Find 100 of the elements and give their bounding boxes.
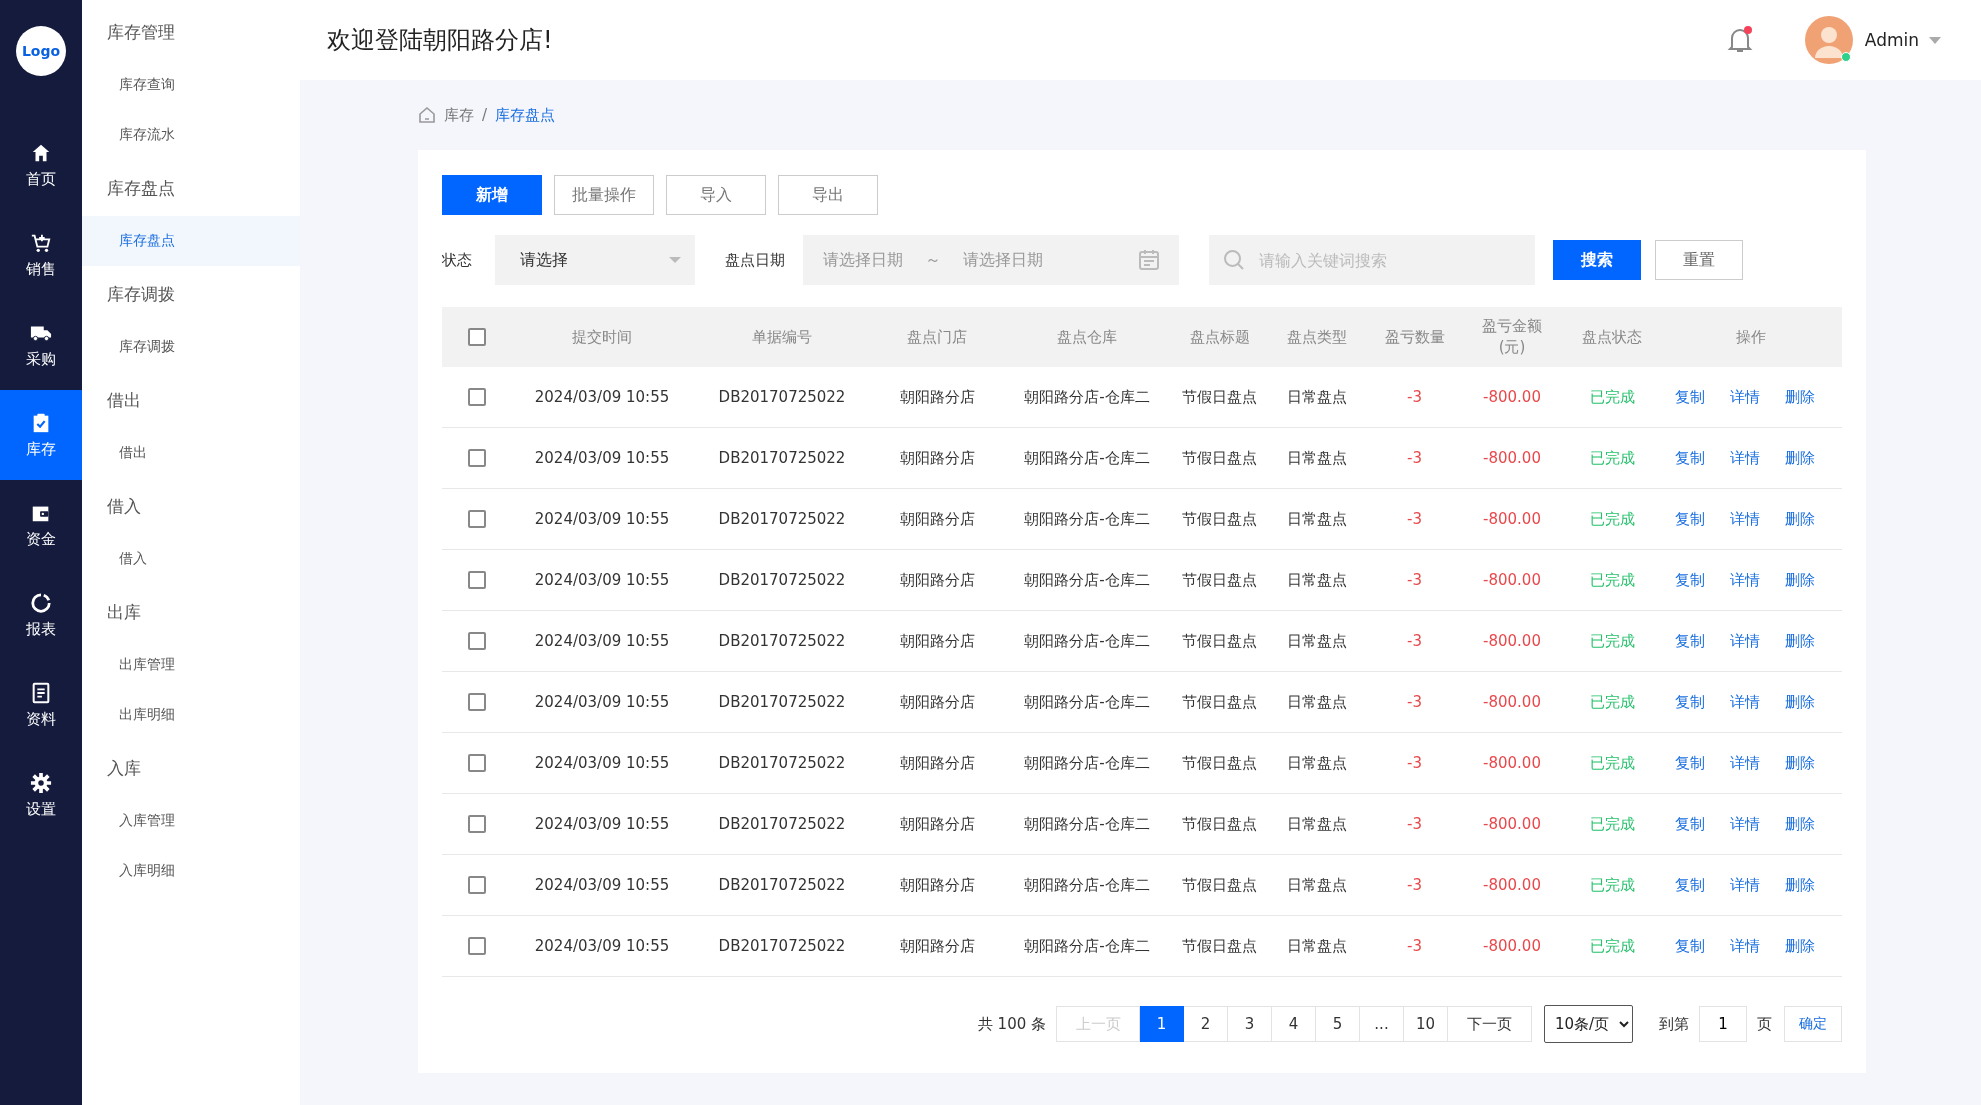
action-link[interactable]: 复制 [1674, 692, 1705, 712]
page-input[interactable]: 1 [1699, 1006, 1747, 1042]
page-button[interactable]: 1 [1140, 1006, 1184, 1042]
row-checkbox[interactable] [468, 449, 486, 467]
table-cell-text: 朝阳路分店 [898, 692, 976, 712]
page-size-select[interactable]: 10条/页 [1544, 1005, 1633, 1043]
row-checkbox[interactable] [468, 632, 486, 650]
nav-item[interactable]: 首页 [0, 120, 82, 210]
action-link[interactable]: 详情 [1730, 936, 1760, 956]
next-page-button[interactable]: 下一页 [1448, 1006, 1532, 1042]
action-link[interactable]: 删除 [1785, 814, 1816, 834]
action-link[interactable]: 复制 [1674, 387, 1705, 407]
row-checkbox[interactable] [468, 815, 486, 833]
action-link[interactable]: 复制 [1674, 631, 1705, 651]
menu-group-title[interactable]: 入库 [82, 740, 300, 796]
status-select[interactable]: 请选择 [495, 235, 695, 285]
menu-group-title[interactable]: 借出 [82, 372, 300, 428]
action-link[interactable]: 详情 [1730, 814, 1760, 834]
bell-icon[interactable] [1726, 26, 1753, 54]
action-link[interactable]: 复制 [1674, 753, 1705, 773]
page-button[interactable]: 5 [1316, 1006, 1360, 1042]
user-name[interactable]: Admin [1864, 30, 1919, 50]
action-link[interactable]: 删除 [1785, 875, 1816, 895]
menu-group-title[interactable]: 库存盘点 [82, 160, 300, 216]
page-button[interactable]: 2 [1184, 1006, 1228, 1042]
menu-item[interactable]: 出库明细 [82, 690, 300, 740]
table-cell-text: -800.00 [1482, 693, 1542, 711]
nav-item[interactable]: 设置 [0, 750, 82, 840]
action-link[interactable]: 详情 [1730, 692, 1760, 712]
date-range-field[interactable]: 请选择日期 ～ 请选择日期 [803, 235, 1179, 285]
action-link[interactable]: 详情 [1730, 631, 1760, 651]
menu-item[interactable]: 借入 [82, 534, 300, 584]
table-cell-text: DB20170725022 [717, 510, 847, 528]
toolbar-button[interactable]: 批量操作 [554, 175, 654, 215]
action-link[interactable]: 删除 [1785, 753, 1816, 773]
action-link[interactable]: 详情 [1730, 570, 1760, 590]
action-link[interactable]: 详情 [1730, 875, 1760, 895]
row-checkbox[interactable] [468, 754, 486, 772]
menu-group-title[interactable]: 库存管理 [82, 4, 300, 60]
menu-group-title[interactable]: 借入 [82, 478, 300, 534]
search-button[interactable]: 搜索 [1553, 240, 1641, 280]
action-link[interactable]: 复制 [1674, 448, 1705, 468]
row-checkbox[interactable] [468, 876, 486, 894]
caret-icon [669, 257, 681, 263]
nav-item[interactable]: 资料 [0, 660, 82, 750]
action-link[interactable]: 详情 [1730, 753, 1760, 773]
menu-item[interactable]: 库存流水 [82, 110, 300, 160]
action-link[interactable]: 复制 [1674, 875, 1705, 895]
action-link[interactable]: 删除 [1785, 936, 1816, 956]
row-checkbox[interactable] [468, 510, 486, 528]
row-checkbox[interactable] [468, 693, 486, 711]
breadcrumb-link[interactable]: 库存盘点 [495, 105, 556, 125]
column-header: 提交时间 [571, 326, 633, 348]
menu-item[interactable]: 库存盘点 [82, 216, 300, 266]
action-link[interactable]: 复制 [1674, 814, 1705, 834]
home-icon[interactable] [418, 106, 436, 124]
menu-item[interactable]: 库存查询 [82, 60, 300, 110]
nav-item[interactable]: 报表 [0, 570, 82, 660]
action-link[interactable]: 删除 [1785, 509, 1816, 529]
table-cell-text: 已完成 [1588, 509, 1636, 529]
avatar[interactable] [1804, 16, 1853, 64]
action-link[interactable]: 复制 [1674, 570, 1705, 590]
menu-item[interactable]: 库存调拨 [82, 322, 300, 372]
nav-item[interactable]: 销售 [0, 210, 82, 300]
table-cell-text: -3 [1406, 937, 1423, 955]
menu-group-title[interactable]: 库存调拨 [82, 266, 300, 322]
row-checkbox[interactable] [468, 571, 486, 589]
table-cell-text: -3 [1406, 815, 1423, 833]
select-all-checkbox[interactable] [468, 328, 486, 346]
caret-icon[interactable] [1929, 36, 1941, 44]
action-link[interactable]: 复制 [1674, 509, 1705, 529]
action-link[interactable]: 删除 [1785, 448, 1816, 468]
action-link[interactable]: 删除 [1785, 692, 1816, 712]
row-checkbox[interactable] [468, 388, 486, 406]
row-checkbox[interactable] [468, 937, 486, 955]
nav-item[interactable]: 库存 [0, 390, 82, 480]
menu-item[interactable]: 入库明细 [82, 846, 300, 896]
nav-item[interactable]: 资金 [0, 480, 82, 570]
breadcrumb-link[interactable]: 库存 [444, 105, 474, 125]
action-link[interactable]: 详情 [1730, 509, 1760, 529]
menu-item[interactable]: 入库管理 [82, 796, 300, 846]
action-link[interactable]: 删除 [1785, 387, 1816, 407]
page-button[interactable]: 3 [1228, 1006, 1272, 1042]
action-link[interactable]: 详情 [1730, 448, 1760, 468]
confirm-button[interactable]: 确定 [1784, 1006, 1842, 1042]
action-link[interactable]: 删除 [1785, 631, 1816, 651]
menu-group-title[interactable]: 出库 [82, 584, 300, 640]
toolbar-button[interactable]: 新增 [442, 175, 542, 215]
action-link[interactable]: 详情 [1730, 387, 1760, 407]
page-button[interactable]: 4 [1272, 1006, 1316, 1042]
menu-item[interactable]: 借出 [82, 428, 300, 478]
toolbar-button[interactable]: 导出 [778, 175, 878, 215]
action-link[interactable]: 复制 [1674, 936, 1705, 956]
nav-item[interactable]: 采购 [0, 300, 82, 390]
page-button[interactable]: 10 [1404, 1006, 1448, 1042]
action-link[interactable]: 删除 [1785, 570, 1816, 590]
toolbar-button[interactable]: 导入 [666, 175, 766, 215]
menu-item[interactable]: 出库管理 [82, 640, 300, 690]
page-button[interactable]: ... [1360, 1006, 1404, 1042]
reset-button[interactable]: 重置 [1655, 240, 1743, 280]
